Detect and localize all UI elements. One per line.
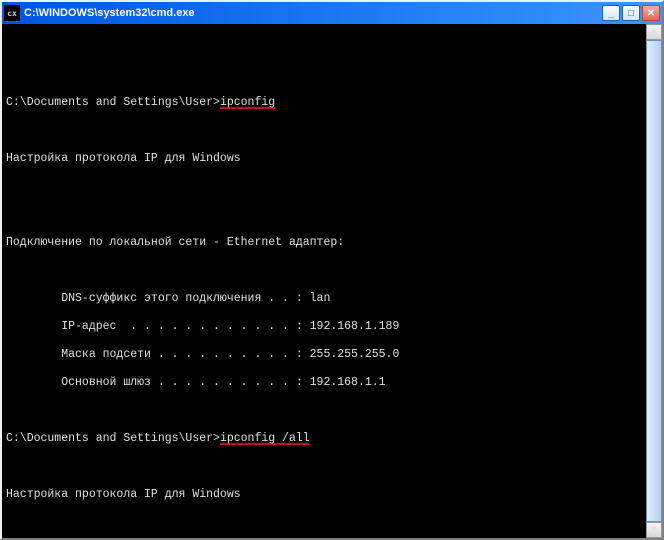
maximize-button[interactable]: □ xyxy=(622,5,640,21)
prompt-path: C:\Documents and Settings\User> xyxy=(6,96,220,109)
scroll-down-button[interactable]: ▼ xyxy=(646,522,662,538)
output-header: Настройка протокола IP для Windows xyxy=(6,152,642,166)
titlebar[interactable]: cx C:\WINDOWS\system32\cmd.exe _ □ ✕ xyxy=(2,2,662,24)
terminal-output[interactable]: C:\Documents and Settings\User>ipconfig … xyxy=(2,24,662,538)
dns-suffix-line: DNS-суффикс этого подключения . . : lan xyxy=(6,292,642,306)
ip-address-line: IP-адрес . . . . . . . . . . . . : 192.1… xyxy=(6,320,642,334)
prompt-path: C:\Documents and Settings\User> xyxy=(6,432,220,445)
window-controls: _ □ ✕ xyxy=(602,5,660,21)
subnet-mask-line: Маска подсети . . . . . . . . . . : 255.… xyxy=(6,348,642,362)
cmd-window: cx C:\WINDOWS\system32\cmd.exe _ □ ✕ C:\… xyxy=(0,0,664,540)
gateway-line: Основной шлюз . . . . . . . . . . : 192.… xyxy=(6,376,642,390)
scrollbar[interactable]: ▲ ▼ xyxy=(646,24,662,538)
close-button[interactable]: ✕ xyxy=(642,5,660,21)
output-header: Настройка протокола IP для Windows xyxy=(6,488,642,502)
window-title: C:\WINDOWS\system32\cmd.exe xyxy=(24,7,602,19)
cmd-icon: cx xyxy=(4,5,20,21)
scroll-up-button[interactable]: ▲ xyxy=(646,24,662,40)
command-ipconfig: ipconfig xyxy=(220,96,275,109)
minimize-button[interactable]: _ xyxy=(602,5,620,21)
command-ipconfig-all: ipconfig /all xyxy=(220,432,310,445)
scroll-thumb[interactable] xyxy=(646,40,662,522)
adapter-section: Подключение по локальной сети - Ethernet… xyxy=(6,236,642,250)
